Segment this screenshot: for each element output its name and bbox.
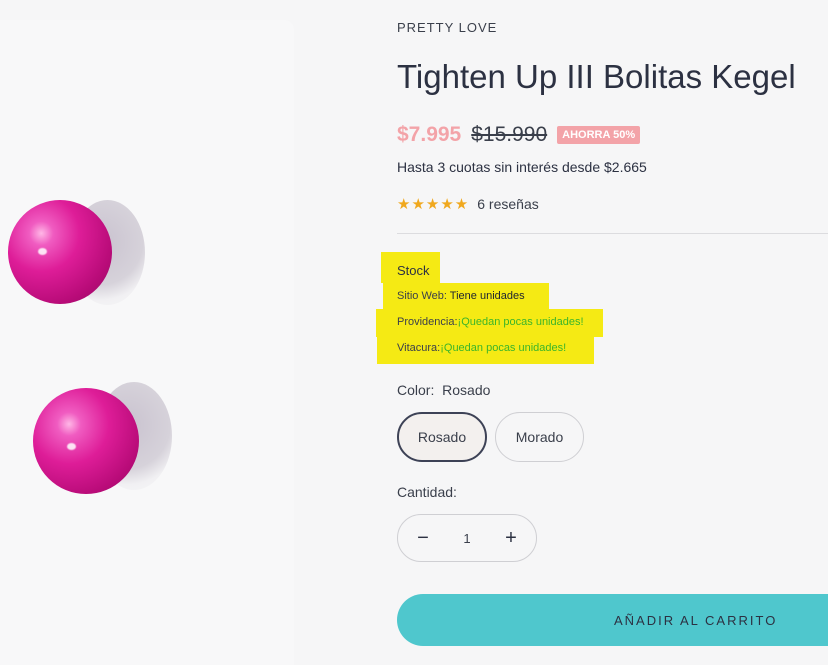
stock-location-vitacura: Vitacura:¡Quedan pocas unidades! [397, 342, 566, 354]
quantity-stepper: − + [397, 514, 537, 562]
stock-title: Stock [397, 263, 430, 278]
quantity-label: Cantidad: [397, 484, 457, 500]
star-rating-icon: ★★★★★ [397, 196, 470, 213]
original-price: $15.990 [471, 123, 548, 146]
stock-location-label: Sitio Web: [397, 290, 447, 302]
discount-badge: AHORRA 50% [557, 126, 641, 144]
kegel-ball-bottom [33, 388, 139, 494]
stock-location-web: Sitio Web: Tiene unidades [397, 290, 525, 302]
ball-gloss [67, 443, 76, 450]
installments-text: Hasta 3 cuotas sin interés desde $2.665 [397, 159, 647, 175]
price-row: $7.995 $15.990 AHORRA 50% [397, 123, 641, 147]
stock-status: Tiene unidades [449, 290, 525, 302]
sale-price: $7.995 [397, 123, 462, 146]
product-title: Tighten Up III Bolitas Kegel [397, 58, 796, 95]
color-option-morado[interactable]: Morado [495, 412, 584, 462]
color-label: Color: Rosado [397, 382, 490, 398]
ball-gloss [38, 248, 47, 255]
color-option-rosado[interactable]: Rosado [397, 412, 487, 462]
divider [397, 233, 828, 234]
product-brand[interactable]: PRETTY LOVE [397, 20, 497, 35]
color-label-text: Color: [397, 382, 435, 398]
add-to-cart-button[interactable]: AÑADIR AL CARRITO [397, 594, 828, 646]
product-image[interactable] [0, 20, 294, 665]
stock-location-label: Providencia: [397, 316, 458, 328]
stock-location-providencia: Providencia:¡Quedan pocas unidades! [397, 316, 584, 328]
stock-status: ¡Quedan pocas unidades! [440, 342, 567, 354]
reviews-link[interactable]: 6 reseñas [477, 196, 538, 212]
color-selected-value: Rosado [442, 382, 491, 398]
stock-location-label: Vitacura: [397, 342, 441, 354]
plus-icon[interactable]: + [504, 528, 518, 548]
minus-icon[interactable]: − [416, 528, 430, 548]
product-page: PRETTY LOVE Tighten Up III Bolitas Kegel… [0, 0, 828, 665]
kegel-ball-top [8, 200, 112, 304]
rating[interactable]: ★★★★★ 6 reseñas [397, 195, 539, 213]
quantity-input[interactable] [450, 529, 484, 547]
stock-status: ¡Quedan pocas unidades! [457, 316, 584, 328]
